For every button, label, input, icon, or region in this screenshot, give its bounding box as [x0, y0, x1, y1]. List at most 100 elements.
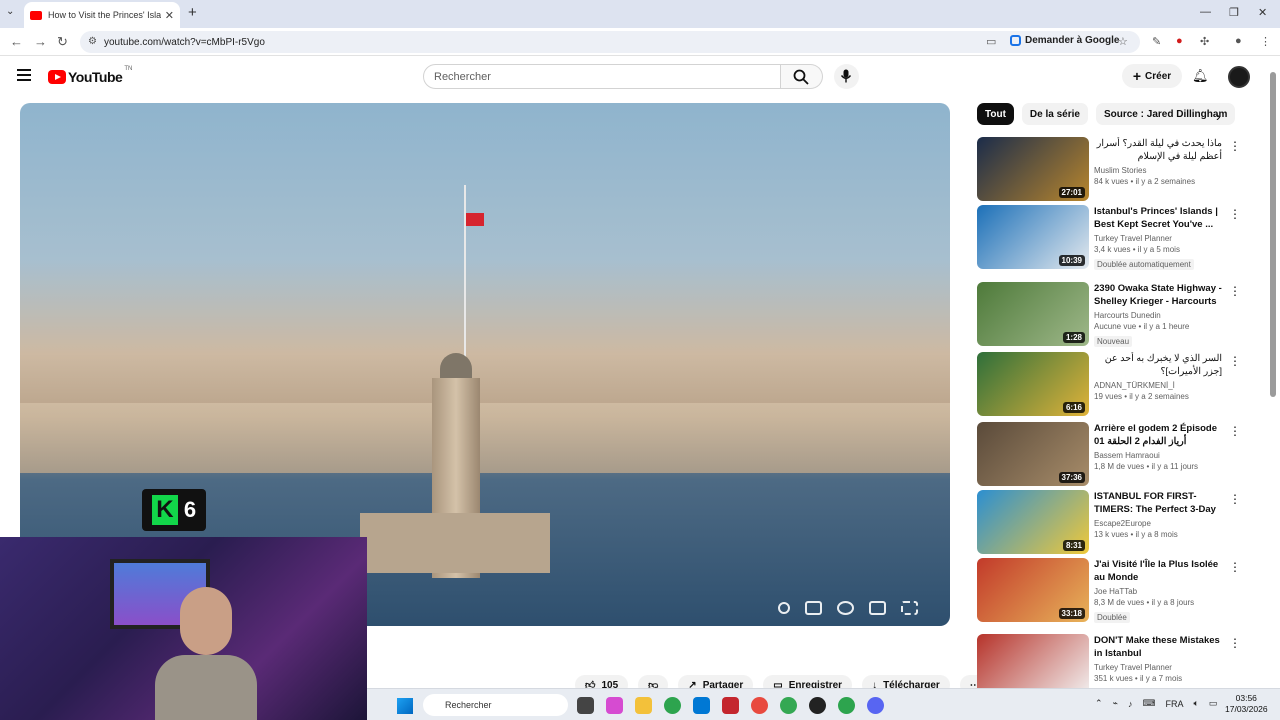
- recommendation-channel[interactable]: Turkey Travel Planner: [1094, 663, 1222, 672]
- notifications-bell-icon[interactable]: 🔔︎: [1192, 68, 1209, 84]
- more-options-icon[interactable]: ⋮: [1229, 424, 1241, 438]
- chrome-active-icon[interactable]: [838, 697, 855, 714]
- video-thumbnail[interactable]: 27:01: [977, 137, 1089, 201]
- back-icon[interactable]: ←: [10, 34, 23, 49]
- minimize-icon[interactable]: —: [1200, 6, 1211, 18]
- fullscreen-icon[interactable]: [901, 601, 918, 615]
- windows-start-icon[interactable]: [397, 698, 413, 714]
- pause-icon[interactable]: [778, 602, 790, 614]
- video-thumbnail[interactable]: 1:28: [977, 282, 1089, 346]
- recommendation-item[interactable]: 10:39 Istanbul's Princes' Islands | Best …: [977, 205, 1241, 270]
- scrollbar[interactable]: [1270, 72, 1276, 397]
- keyboard-icon[interactable]: ⌨: [1142, 698, 1155, 709]
- restore-icon[interactable]: ❐: [1229, 6, 1239, 19]
- chrome-icon[interactable]: [664, 697, 681, 714]
- recommendation-item[interactable]: 33:18 J'ai Visité l'Île la Plus Isolée au…: [977, 558, 1241, 623]
- close-window-icon[interactable]: ✕: [1258, 6, 1267, 19]
- task-view-icon[interactable]: [577, 697, 594, 714]
- recommendation-title[interactable]: Arrière el godem 2 Épisode 01 أرياز الفد…: [1094, 422, 1222, 448]
- recommendation-channel[interactable]: Muslim Stories: [1094, 166, 1222, 175]
- search-input[interactable]: Rechercher: [423, 64, 781, 89]
- voice-search-button[interactable]: [834, 64, 859, 89]
- ask-google-button[interactable]: Demander à Google: [1010, 35, 1119, 46]
- more-options-icon[interactable]: ⋮: [1229, 284, 1241, 298]
- chrome-alt-icon[interactable]: [780, 697, 797, 714]
- more-options-icon[interactable]: ⋮: [1229, 492, 1241, 506]
- mic-tray-icon[interactable]: ♪: [1128, 699, 1133, 709]
- network-icon[interactable]: ⌁: [1113, 698, 1118, 709]
- recommendation-channel[interactable]: Harcourts Dunedin: [1094, 311, 1222, 320]
- recommendation-title[interactable]: ماذا يحدث في ليلة القدر؟ أسرار أعظم ليلة…: [1094, 137, 1222, 163]
- recommendation-title[interactable]: السر الذي لا يخبرك به أحد عن [جزر الأمير…: [1094, 352, 1222, 378]
- more-options-icon[interactable]: ⋮: [1229, 207, 1241, 221]
- profile-icon[interactable]: ●: [1235, 35, 1242, 47]
- recommendation-channel[interactable]: Turkey Travel Planner: [1094, 234, 1222, 243]
- video-thumbnail[interactable]: 8:31: [977, 490, 1089, 554]
- file-explorer-icon[interactable]: [635, 697, 652, 714]
- youtube-logo[interactable]: YouTube TN: [48, 66, 132, 85]
- volume-icon[interactable]: 🔈︎: [1193, 698, 1198, 709]
- settings-gear-icon[interactable]: [837, 601, 854, 615]
- recommendation-title[interactable]: DON'T Make these Mistakes in Istanbul: [1094, 634, 1222, 660]
- recommendation-item[interactable]: 8:31 ISTANBUL FOR FIRST-TIMERS: The Perfe…: [977, 490, 1241, 554]
- avatar[interactable]: [1228, 66, 1250, 88]
- subtitles-icon[interactable]: [805, 601, 822, 615]
- chrome-profile-icon[interactable]: [751, 697, 768, 714]
- chip-all[interactable]: Tout: [977, 103, 1014, 125]
- close-tab-icon[interactable]: ✕: [165, 9, 174, 22]
- theater-mode-icon[interactable]: [869, 601, 886, 615]
- opera-extension-icon[interactable]: ●: [1176, 35, 1183, 47]
- recommendation-title[interactable]: 2390 Owaka State Highway - Shelley Krieg…: [1094, 282, 1222, 308]
- recommendation-title[interactable]: ISTANBUL FOR FIRST-TIMERS: The Perfect 3…: [1094, 490, 1222, 516]
- video-thumbnail[interactable]: 6:16: [977, 352, 1089, 416]
- language-indicator[interactable]: FRA: [1165, 699, 1183, 709]
- search-button[interactable]: [781, 64, 823, 89]
- recommendation-channel[interactable]: Bassem Hamraoui: [1094, 451, 1222, 460]
- new-tab-icon[interactable]: +: [188, 4, 197, 21]
- tray-chevron-icon[interactable]: ⌃: [1095, 698, 1103, 709]
- recommendation-item[interactable]: 1:28 2390 Owaka State Highway - Shelley K…: [977, 282, 1241, 347]
- video-thumbnail[interactable]: 37:36: [977, 422, 1089, 486]
- recommendation-item[interactable]: 6:16 السر الذي لا يخبرك به أحد عن [جزر ال…: [977, 352, 1241, 416]
- recommendation-item[interactable]: 27:01 ماذا يحدث في ليلة القدر؟ أسرار أعظم…: [977, 137, 1241, 201]
- taskbar-search[interactable]: Rechercher: [423, 694, 568, 716]
- extension-icon[interactable]: ✎: [1152, 35, 1161, 48]
- chip-source[interactable]: Source : Jared Dillingham: [1095, 103, 1236, 125]
- extensions-puzzle-icon[interactable]: ✣: [1200, 35, 1209, 48]
- recommendation-channel[interactable]: ADNAN_TÜRKMENİ_İ: [1094, 381, 1222, 390]
- discord-icon[interactable]: [867, 697, 884, 714]
- recommendation-text: Arrière el godem 2 Épisode 01 أرياز الفد…: [1094, 422, 1222, 471]
- url-field[interactable]: ⚙ youtube.com/watch?v=cMbPI-r5Vgo: [80, 31, 1140, 53]
- taskbar-clock[interactable]: 03:56 17/03/2026: [1225, 693, 1268, 715]
- more-options-icon[interactable]: ⋮: [1229, 354, 1241, 368]
- battery-icon[interactable]: ▭: [1209, 698, 1218, 709]
- create-button[interactable]: + Créer: [1122, 64, 1182, 88]
- search-icon: [793, 69, 809, 85]
- recommendation-title[interactable]: Istanbul's Princes' Islands | Best Kept …: [1094, 205, 1222, 231]
- more-options-icon[interactable]: ⋮: [1229, 560, 1241, 574]
- chip-series[interactable]: De la série: [1021, 103, 1088, 125]
- plus-icon: +: [1132, 68, 1142, 84]
- video-thumbnail[interactable]: 10:39: [977, 205, 1089, 269]
- video-thumbnail[interactable]: 33:18: [977, 558, 1089, 622]
- office-icon[interactable]: [722, 697, 739, 714]
- browser-tab[interactable]: How to Visit the Princes' Islands ✕: [24, 2, 180, 28]
- site-info-icon[interactable]: ⚙: [88, 36, 97, 47]
- browser-menu-icon[interactable]: ⋮: [1260, 35, 1271, 48]
- recommendation-channel[interactable]: Joe HaTTab: [1094, 587, 1222, 596]
- recommendation-channel[interactable]: Escape2Europe: [1094, 519, 1222, 528]
- chevron-right-icon[interactable]: ›: [1216, 108, 1221, 124]
- store-icon[interactable]: [693, 697, 710, 714]
- bookmark-star-icon[interactable]: ☆: [1118, 35, 1128, 48]
- recommendation-title[interactable]: J'ai Visité l'Île la Plus Isolée au Mond…: [1094, 558, 1222, 584]
- forward-icon[interactable]: →: [34, 34, 47, 49]
- install-icon[interactable]: ▭: [986, 35, 996, 48]
- reload-icon[interactable]: ↻: [57, 34, 68, 50]
- obs-icon[interactable]: [809, 697, 826, 714]
- more-options-icon[interactable]: ⋮: [1229, 636, 1241, 650]
- tab-search-icon[interactable]: ⌄: [6, 6, 14, 17]
- menu-icon[interactable]: [17, 69, 31, 81]
- recommendation-item[interactable]: 37:36 Arrière el godem 2 Épisode 01 أرياز…: [977, 422, 1241, 486]
- copilot-icon[interactable]: [606, 697, 623, 714]
- more-options-icon[interactable]: ⋮: [1229, 139, 1241, 153]
